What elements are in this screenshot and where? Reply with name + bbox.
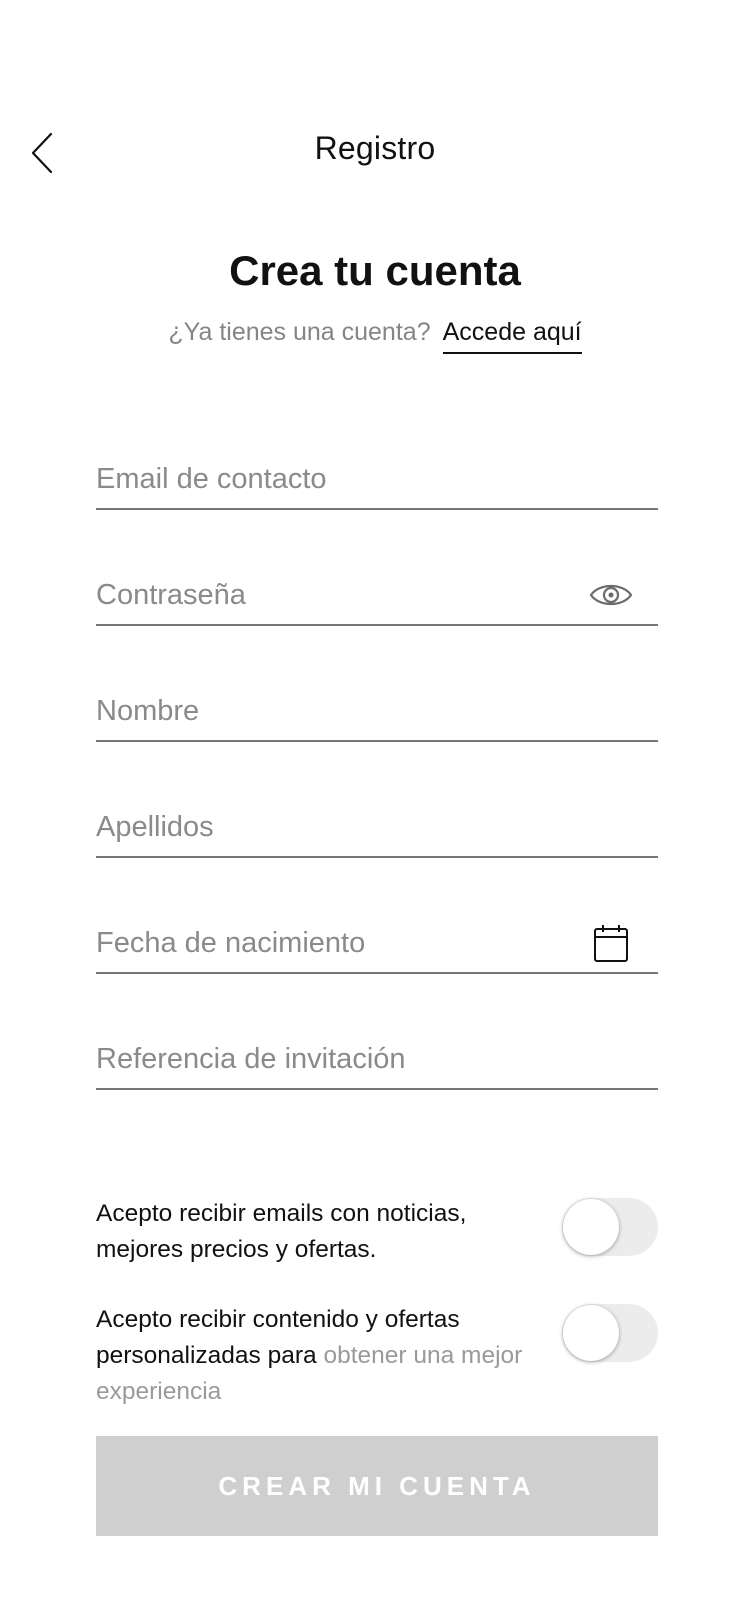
- consent-personalized-text: Acepto recibir contenido y ofertas perso…: [96, 1302, 526, 1410]
- consent-personalized-toggle[interactable]: [562, 1304, 658, 1362]
- first-name-field[interactable]: Nombre: [96, 682, 658, 742]
- toggle-knob: [563, 1305, 619, 1361]
- login-prompt: ¿Ya tienes una cuenta? Accede aquí: [0, 318, 750, 354]
- password-placeholder: Contraseña: [96, 578, 246, 611]
- password-field[interactable]: Contraseña: [96, 566, 658, 626]
- open-calendar-button[interactable]: [588, 920, 634, 966]
- consent-personalized: Acepto recibir contenido y ofertas perso…: [96, 1302, 658, 1420]
- last-name-field[interactable]: Apellidos: [96, 798, 658, 858]
- consent-newsletter-text: Acepto recibir emails con noticias, mejo…: [96, 1200, 467, 1263]
- toggle-password-visibility-button[interactable]: [588, 572, 634, 618]
- login-question: ¿Ya tienes una cuenta?: [168, 318, 431, 346]
- invite-reference-placeholder: Referencia de invitación: [96, 1042, 406, 1075]
- invite-reference-field[interactable]: Referencia de invitación: [96, 1030, 658, 1090]
- email-placeholder: Email de contacto: [96, 462, 327, 495]
- birth-date-placeholder: Fecha de nacimiento: [96, 926, 366, 959]
- calendar-icon: [594, 925, 628, 962]
- create-account-button[interactable]: CREAR MI CUENTA: [96, 1436, 658, 1536]
- register-screen: Registro Crea tu cuenta ¿Ya tienes una c…: [0, 0, 750, 1624]
- page-title: Registro: [314, 130, 436, 166]
- main-heading: Crea tu cuenta: [229, 247, 521, 294]
- login-link[interactable]: Accede aquí: [442, 318, 582, 354]
- email-field[interactable]: Email de contacto: [96, 450, 658, 510]
- consent-newsletter: Acepto recibir emails con noticias, mejo…: [96, 1196, 658, 1268]
- first-name-placeholder: Nombre: [96, 694, 200, 727]
- eye-icon: [589, 584, 633, 606]
- toggle-knob: [563, 1199, 619, 1255]
- consent-newsletter-toggle[interactable]: [562, 1198, 658, 1256]
- last-name-placeholder: Apellidos: [96, 810, 214, 843]
- birth-date-field[interactable]: Fecha de nacimiento: [96, 914, 658, 974]
